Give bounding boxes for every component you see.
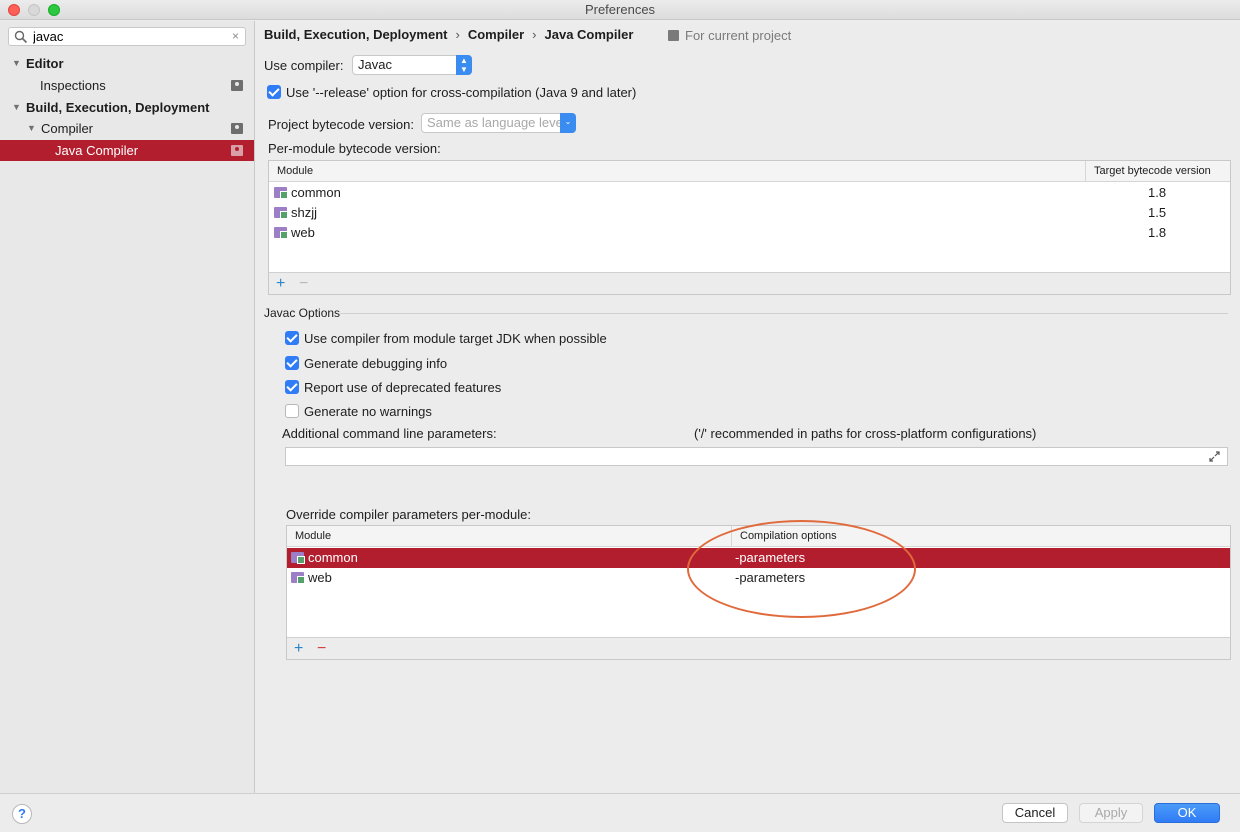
use-compiler-label: Use compiler: <box>264 58 344 73</box>
expand-icon[interactable] <box>1208 450 1221 463</box>
per-module-bytecode-table: Module Target bytecode version common 1.… <box>268 160 1231 295</box>
additional-params-field[interactable] <box>285 447 1228 466</box>
project-bytecode-label: Project bytecode version: <box>268 117 414 132</box>
deprecated-features-label: Report use of deprecated features <box>304 380 502 395</box>
debugging-info-label: Generate debugging info <box>304 356 448 371</box>
title-bar: Preferences <box>0 0 1240 20</box>
minimize-window-button[interactable] <box>28 4 40 16</box>
table-toolbar: + − <box>269 272 1230 294</box>
for-current-project-label: For current project <box>668 28 791 43</box>
sidebar-item-java-compiler[interactable]: Java Compiler <box>0 140 254 161</box>
select-arrows-icon: ▲ ▼ <box>456 55 472 75</box>
additional-params-label: Additional command line parameters: <box>282 426 497 441</box>
settings-search-box[interactable]: × <box>8 27 246 46</box>
settings-content: Build, Execution, Deployment › Compiler › Ja… <box>256 21 1240 793</box>
sidebar-item-inspections[interactable]: Inspections <box>0 75 254 96</box>
project-scope-icon <box>231 80 243 91</box>
help-button[interactable]: ? <box>12 804 32 824</box>
project-scope-icon <box>231 145 243 156</box>
module-icon <box>291 552 305 564</box>
breadcrumb: Build, Execution, Deployment › Compiler › Ja… <box>264 27 634 42</box>
per-module-bytecode-label: Per-module bytecode version: <box>268 141 441 156</box>
table-row[interactable]: common -parameters <box>287 548 1230 568</box>
chevron-down-icon: ⌄ <box>560 113 576 133</box>
project-scope-icon <box>668 30 679 41</box>
deprecated-features-checkbox[interactable] <box>285 380 299 394</box>
override-params-table: Module Compilation options common -param… <box>286 525 1231 660</box>
settings-sidebar: × ▼ Editor Inspections ▼ Build, Executio… <box>0 21 255 793</box>
column-header-module[interactable]: Module <box>287 526 331 547</box>
release-option-label: Use '--release' option for cross-compila… <box>286 85 637 100</box>
search-icon <box>14 30 28 44</box>
use-module-jdk-label: Use compiler from module target JDK when… <box>304 331 607 346</box>
ok-button[interactable]: OK <box>1154 803 1220 823</box>
apply-button[interactable]: Apply <box>1079 803 1143 823</box>
add-module-button[interactable]: + <box>276 274 285 294</box>
module-icon <box>274 187 288 199</box>
project-scope-icon <box>231 123 243 134</box>
table-toolbar: + − <box>287 637 1230 659</box>
table-header: Module Compilation options <box>287 526 1230 547</box>
column-header-compilation-options[interactable]: Compilation options <box>731 526 1230 547</box>
add-override-button[interactable]: + <box>294 639 303 659</box>
table-row[interactable]: shzjj 1.5 <box>269 203 1230 223</box>
override-params-label: Override compiler parameters per-module: <box>286 507 531 522</box>
cancel-button[interactable]: Cancel <box>1002 803 1068 823</box>
module-icon <box>291 572 305 584</box>
table-row[interactable]: web 1.8 <box>269 223 1230 243</box>
window-title: Preferences <box>584 2 656 17</box>
sidebar-item-build-execution-deployment[interactable]: ▼ Build, Execution, Deployment <box>0 97 254 118</box>
table-header: Module Target bytecode version <box>269 161 1230 182</box>
remove-module-button[interactable]: − <box>299 274 308 294</box>
column-header-target-version[interactable]: Target bytecode version <box>1085 161 1231 182</box>
table-row[interactable]: common 1.8 <box>269 183 1230 203</box>
expanded-arrow-icon[interactable]: ▼ <box>27 118 36 139</box>
clear-search-icon[interactable]: × <box>232 29 239 43</box>
debugging-info-checkbox[interactable] <box>285 356 299 370</box>
no-warnings-label: Generate no warnings <box>304 404 432 419</box>
group-divider <box>340 313 1228 314</box>
close-window-button[interactable] <box>8 4 20 16</box>
sidebar-item-compiler[interactable]: ▼ Compiler <box>0 118 254 139</box>
module-icon <box>274 207 288 219</box>
project-bytecode-select[interactable]: Same as language level ⌄ <box>421 113 576 133</box>
sidebar-item-editor[interactable]: ▼ Editor <box>0 53 254 74</box>
zoom-window-button[interactable] <box>48 4 60 16</box>
javac-options-title: Javac Options <box>264 306 341 320</box>
column-header-module[interactable]: Module <box>269 161 313 182</box>
search-input[interactable] <box>33 29 223 44</box>
no-warnings-checkbox[interactable] <box>285 404 299 418</box>
remove-override-button[interactable]: − <box>317 639 326 659</box>
expanded-arrow-icon[interactable]: ▼ <box>12 97 21 118</box>
module-icon <box>274 227 288 239</box>
release-option-checkbox[interactable] <box>267 85 281 99</box>
use-module-jdk-checkbox[interactable] <box>285 331 299 345</box>
dialog-button-bar: ? Cancel Apply OK <box>0 793 1240 832</box>
expanded-arrow-icon[interactable]: ▼ <box>12 53 21 74</box>
additional-params-hint: ('/' recommended in paths for cross-plat… <box>694 426 1037 441</box>
compiler-select[interactable]: Javac ▲ ▼ <box>352 55 472 75</box>
table-row[interactable]: web -parameters <box>287 568 1230 588</box>
